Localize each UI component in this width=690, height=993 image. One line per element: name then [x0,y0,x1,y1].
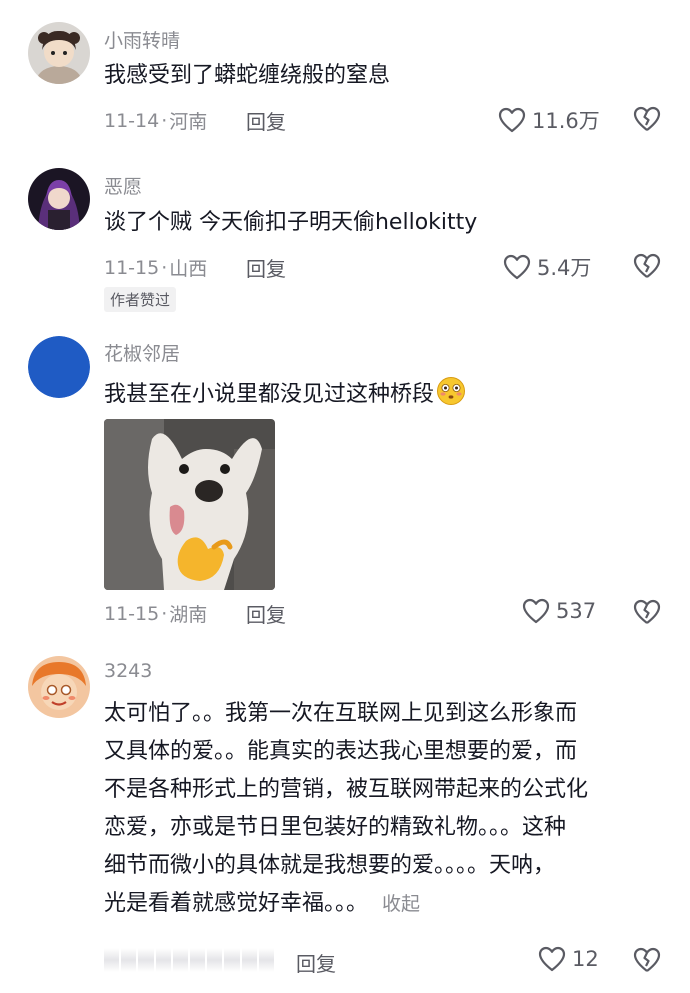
reply-button[interactable]: 回复 [296,948,336,977]
like-button[interactable]: 537 [522,598,596,624]
comment-date: 11-14 [104,109,160,132]
heart-outline-icon [538,946,566,972]
comment-text-content: 我甚至在小说里都没见过这种桥段 [104,382,435,407]
comment-meta: 11-14 · 河南 [104,107,207,134]
comment-text: 我感受到了蟒蛇缠绕般的窒息 [104,63,391,88]
like-count: 5.4万 [537,256,592,280]
meta-separator: · [161,256,168,279]
reply-button[interactable]: 回复 [246,599,286,628]
like-count: 537 [556,599,597,623]
like-button[interactable]: 11.6万 [498,105,600,135]
comment-text-line: 细节而微小的具体就是我想要的爱。。。。天呐， [104,853,556,878]
flushed-smiley-emoji [437,377,466,405]
username[interactable]: 花椒邻居 [104,339,180,366]
comment-image[interactable] [104,419,275,590]
comment-meta: 11-15 · 湖南 [104,600,207,627]
comment-text-line: 光是看着就感觉好幸福。。。 [104,891,369,916]
username[interactable]: 小雨转晴 [104,26,180,53]
comment-text-line-last: 光是看着就感觉好幸福。。。 收起 [104,886,660,922]
comment-location: 山西 [169,258,208,280]
comment-text: 谈了个贼 今天偷扣子明天偷hellokitty [104,210,478,235]
reply-button[interactable]: 回复 [246,106,286,135]
author-liked-badge: 作者赞过 [104,287,177,312]
blurred-meta [104,948,275,972]
like-button[interactable]: 12 [538,946,599,972]
reply-button[interactable]: 回复 [246,253,286,282]
broken-heart-icon[interactable] [632,252,662,280]
username[interactable]: 恶愿 [104,172,142,199]
heart-outline-icon [503,254,531,280]
comment-text-line: 不是各种形式上的营销，被互联网带起来的公式化 [104,777,589,802]
comment-text-line: 又具体的爱。。能真实的表达我心里想要的爱，而 [104,739,578,764]
like-button[interactable]: 5.4万 [503,252,591,282]
heart-outline-icon [498,107,526,133]
comment-location: 湖南 [169,604,208,626]
comment-text: 我甚至在小说里都没见过这种桥段 [104,376,660,410]
avatar[interactable] [28,22,90,84]
comment-date: 11-15 [104,602,160,625]
avatar[interactable] [28,336,90,398]
comment-date: 11-15 [104,256,160,279]
like-count: 11.6万 [532,109,600,133]
meta-separator: · [161,602,168,625]
heart-outline-icon [522,598,550,624]
like-count: 12 [572,947,599,971]
broken-heart-icon[interactable] [632,105,662,133]
username[interactable]: 3243 [104,660,152,682]
comment-location: 河南 [169,111,208,133]
broken-heart-icon[interactable] [632,946,662,974]
collapse-button[interactable]: 收起 [382,893,420,915]
meta-separator: · [161,109,168,132]
comment-meta: 11-15 · 山西 [104,254,207,281]
comment-text-line: 恋爱，亦或是节日里包装好的精致礼物。。。这种 [104,815,567,840]
avatar[interactable] [28,168,90,230]
comment-text-line: 太可怕了。。我第一次在互联网上见到这么形象而 [104,701,578,726]
broken-heart-icon[interactable] [632,598,662,626]
avatar[interactable] [28,656,90,718]
